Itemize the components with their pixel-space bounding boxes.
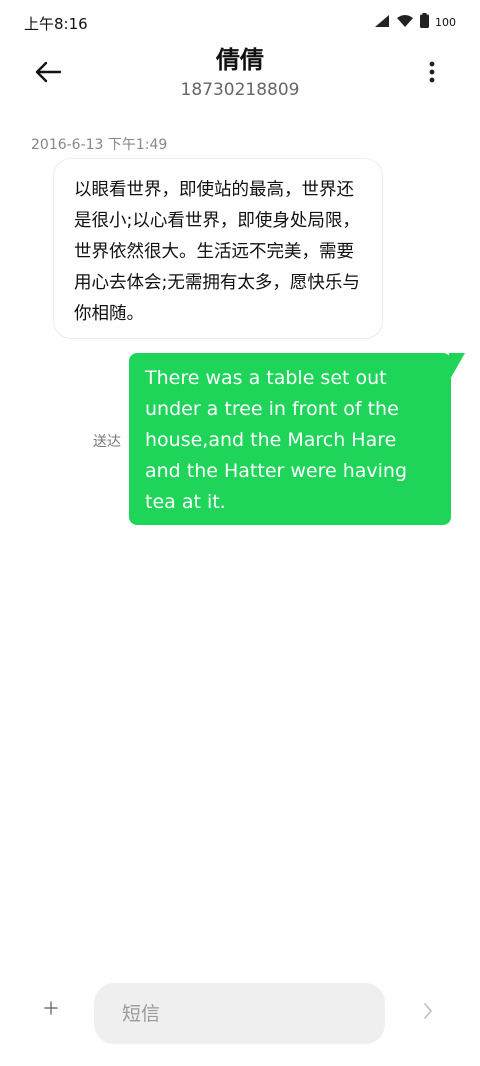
plus-icon: [44, 1000, 58, 1019]
more-options-button[interactable]: [412, 54, 452, 94]
conversation-header: 倩倩 18730218809: [0, 44, 480, 110]
outgoing-message-bubble[interactable]: There was a table set out under a tree i…: [129, 353, 451, 525]
status-bar: 上午8:16 100: [0, 0, 480, 44]
battery-level: 100: [435, 15, 456, 29]
status-icons: 100: [374, 12, 456, 32]
more-vertical-icon: [429, 61, 435, 87]
contact-info: 倩倩 18730218809: [90, 44, 390, 102]
battery-icon: [420, 12, 429, 32]
send-chevron-icon: [423, 1003, 433, 1023]
outgoing-bubble-tail: [449, 353, 465, 381]
message-input-container[interactable]: [94, 983, 385, 1044]
back-button[interactable]: [28, 54, 68, 94]
phone-number: 18730218809: [180, 80, 300, 100]
contact-name: 倩倩: [216, 46, 264, 74]
signal-icon: [374, 13, 390, 32]
message-input[interactable]: [120, 1001, 359, 1026]
attach-button[interactable]: [36, 994, 66, 1024]
wifi-icon: [396, 13, 414, 32]
delivery-status: 送达: [93, 434, 121, 450]
message-timestamp: 2016-6-13 下午1:49: [31, 137, 168, 153]
compose-bar: [0, 980, 480, 1046]
send-button[interactable]: [416, 1000, 440, 1026]
incoming-message-bubble[interactable]: 以眼看世界，即使站的最高，世界还是很小;以心看世界，即使身处局限，世界依然很大。…: [53, 158, 383, 339]
status-time: 上午8:16: [24, 15, 88, 33]
back-arrow-icon: [34, 61, 62, 87]
